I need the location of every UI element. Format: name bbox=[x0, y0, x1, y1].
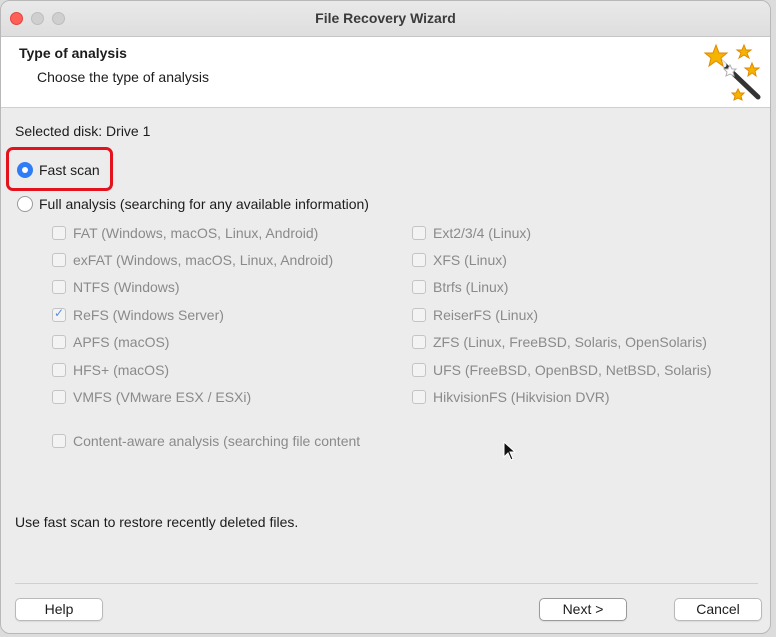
checkbox[interactable] bbox=[52, 363, 66, 377]
checkbox[interactable] bbox=[412, 390, 426, 404]
checkbox[interactable] bbox=[412, 280, 426, 294]
fast-scan-label: Fast scan bbox=[39, 162, 100, 178]
fs-label: Ext2/3/4 (Linux) bbox=[433, 225, 532, 241]
wizard-header: Type of analysis Choose the type of anal… bbox=[1, 37, 770, 108]
window-title: File Recovery Wizard bbox=[315, 10, 456, 26]
fs-checkbox-vmfs[interactable]: VMFS (VMware ESX / ESXi) bbox=[52, 389, 251, 405]
fs-checkbox-hikvisionfs[interactable]: HikvisionFS (Hikvision DVR) bbox=[412, 389, 610, 405]
fs-checkbox-zfs[interactable]: ZFS (Linux, FreeBSD, Solaris, OpenSolari… bbox=[412, 334, 707, 350]
fs-label: ReFS (Windows Server) bbox=[73, 307, 224, 323]
info-text: Use fast scan to restore recently delete… bbox=[15, 514, 299, 530]
fs-label: HikvisionFS (Hikvision DVR) bbox=[433, 389, 610, 405]
fs-checkbox-apfs[interactable]: APFS (macOS) bbox=[52, 334, 169, 350]
selected-disk-label: Selected disk: Drive 1 bbox=[15, 123, 151, 139]
fs-label: Btrfs (Linux) bbox=[433, 279, 509, 295]
checkbox[interactable] bbox=[52, 226, 66, 240]
fs-label: XFS (Linux) bbox=[433, 252, 507, 268]
checkbox[interactable] bbox=[52, 253, 66, 267]
fs-label: ReiserFS (Linux) bbox=[433, 307, 539, 323]
fs-checkbox-hfsplus[interactable]: HFS+ (macOS) bbox=[52, 362, 169, 378]
fs-checkbox-fat[interactable]: FAT (Windows, macOS, Linux, Android) bbox=[52, 225, 318, 241]
title-bar: File Recovery Wizard bbox=[1, 1, 770, 37]
checkbox[interactable] bbox=[52, 280, 66, 294]
fs-checkbox-ext[interactable]: Ext2/3/4 (Linux) bbox=[412, 225, 531, 241]
checkbox[interactable] bbox=[412, 226, 426, 240]
checkbox[interactable] bbox=[52, 306, 66, 322]
magic-wand-icon bbox=[704, 43, 761, 101]
fs-label: HFS+ (macOS) bbox=[73, 362, 170, 378]
content-aware-checkbox[interactable] bbox=[52, 434, 66, 448]
fs-checkbox-reiserfs[interactable]: ReiserFS (Linux) bbox=[412, 307, 538, 323]
fs-label: ZFS (Linux, FreeBSD, Solaris, OpenSolari… bbox=[433, 334, 707, 350]
fs-label: UFS (FreeBSD, OpenBSD, NetBSD, Solaris) bbox=[433, 362, 712, 378]
footer-divider bbox=[15, 583, 758, 584]
checkbox[interactable] bbox=[52, 390, 66, 404]
content-aware-option[interactable]: Content-aware analysis (searching file c… bbox=[52, 433, 380, 449]
checkbox[interactable] bbox=[412, 308, 426, 322]
content-aware-label: Content-aware analysis (searching file c… bbox=[73, 433, 361, 449]
checkbox[interactable] bbox=[412, 253, 426, 267]
fs-label: APFS (macOS) bbox=[73, 334, 170, 350]
fast-scan-option[interactable]: Fast scan bbox=[17, 162, 100, 178]
full-analysis-radio[interactable] bbox=[17, 196, 33, 212]
help-button[interactable]: Help bbox=[15, 598, 103, 621]
fs-label: FAT (Windows, macOS, Linux, Android) bbox=[73, 225, 319, 241]
file-recovery-wizard-window: File Recovery Wizard Type of analysis Ch… bbox=[0, 0, 771, 634]
full-analysis-option[interactable]: Full analysis (searching for any availab… bbox=[17, 196, 369, 212]
fast-scan-radio[interactable] bbox=[17, 162, 33, 178]
next-button[interactable]: Next > bbox=[539, 598, 627, 621]
fs-checkbox-btrfs[interactable]: Btrfs (Linux) bbox=[412, 279, 508, 295]
full-analysis-label: Full analysis (searching for any availab… bbox=[39, 196, 369, 212]
fs-checkbox-ufs[interactable]: UFS (FreeBSD, OpenBSD, NetBSD, Solaris) bbox=[412, 362, 712, 378]
checkbox[interactable] bbox=[52, 335, 66, 349]
mouse-pointer-icon bbox=[503, 441, 517, 461]
fs-label: VMFS (VMware ESX / ESXi) bbox=[73, 389, 252, 405]
step-subtitle: Choose the type of analysis bbox=[37, 69, 209, 85]
checkbox[interactable] bbox=[412, 335, 426, 349]
checkbox[interactable] bbox=[412, 363, 426, 377]
fs-label: NTFS (Windows) bbox=[73, 279, 180, 295]
fs-checkbox-ntfs[interactable]: NTFS (Windows) bbox=[52, 279, 180, 295]
cancel-button[interactable]: Cancel bbox=[674, 598, 762, 621]
step-title: Type of analysis bbox=[19, 45, 127, 61]
fs-label: exFAT (Windows, macOS, Linux, Android) bbox=[73, 252, 334, 268]
fs-checkbox-exfat[interactable]: exFAT (Windows, macOS, Linux, Android) bbox=[52, 252, 333, 268]
fs-checkbox-xfs[interactable]: XFS (Linux) bbox=[412, 252, 507, 268]
fs-checkbox-refs[interactable]: ReFS (Windows Server) bbox=[52, 306, 224, 323]
